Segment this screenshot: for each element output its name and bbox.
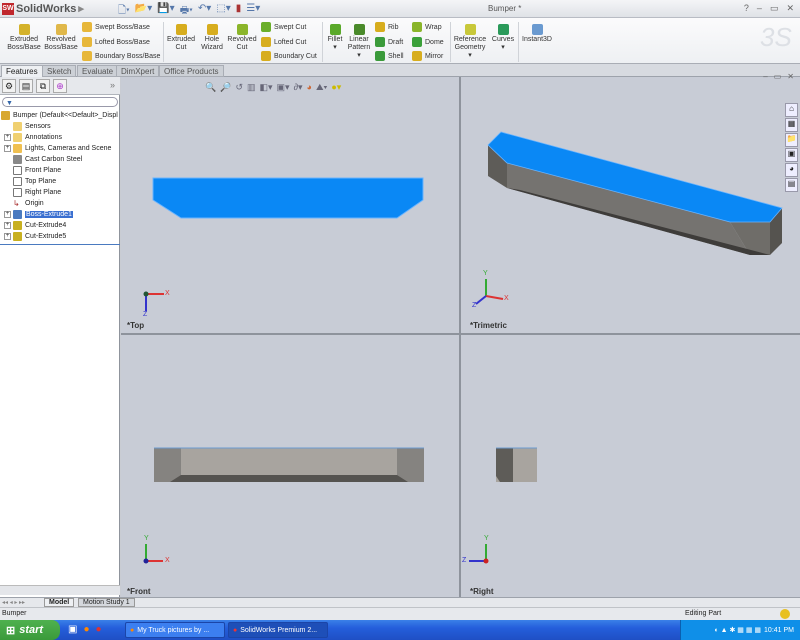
- custom-properties-icon[interactable]: ▤: [785, 178, 798, 192]
- label: My Truck pictures by ...: [137, 626, 210, 634]
- tab-scroll-arrows[interactable]: ◂◂ ◂ ▸ ▸▸: [2, 599, 25, 606]
- home-icon[interactable]: ⌂: [785, 103, 798, 117]
- label: SolidWorks Premium 2...: [240, 626, 318, 634]
- design-library-icon[interactable]: ▦: [785, 118, 798, 132]
- rebuild-status-icon[interactable]: [780, 609, 790, 619]
- taskbar-item-firefox[interactable]: ● My Truck pictures by ...: [125, 622, 225, 638]
- triad-front: [143, 544, 163, 564]
- firefox-icon: ●: [130, 626, 135, 634]
- tray-icons[interactable]: ◐ ▲ ✱ ▦ ▦ ▦: [714, 626, 761, 634]
- axis-x-label: X: [165, 290, 170, 297]
- appearances-icon[interactable]: ◕: [785, 163, 798, 177]
- show-desktop-icon[interactable]: ▣: [68, 624, 77, 635]
- axis-y-label: Y: [483, 270, 488, 277]
- triad-right: [469, 544, 489, 564]
- status-document: Bumper: [2, 610, 27, 617]
- windows-taskbar: ⊞ start ▣ ● ● ● My Truck pictures by ... ● So…: [0, 620, 800, 640]
- triad-trimetric: [475, 279, 504, 305]
- view-label-front: *Front: [127, 587, 151, 596]
- taskbar-item-solidworks[interactable]: ● SolidWorks Premium 2...: [228, 622, 328, 638]
- axis-z-label: Z: [462, 557, 467, 564]
- system-tray: ◐ ▲ ✱ ▦ ▦ ▦ 10:41 PM: [680, 620, 800, 640]
- status-mode: Editing Part: [685, 610, 722, 617]
- bottom-tabs: ◂◂ ◂ ▸ ▸▸ Model Motion Study 1: [0, 597, 800, 607]
- axis-y-label: Y: [484, 535, 489, 542]
- clock: 10:41 PM: [764, 626, 794, 634]
- label: start: [19, 624, 44, 636]
- axis-z-label: Z: [472, 302, 477, 309]
- tab-motion-study-1[interactable]: Motion Study 1: [78, 598, 135, 607]
- right-view-model[interactable]: [496, 447, 537, 482]
- solidworks-icon: ●: [233, 626, 238, 634]
- quick-launch: ▣ ● ●: [68, 624, 102, 635]
- tab-model[interactable]: Model: [44, 598, 75, 607]
- firefox-icon[interactable]: ●: [83, 624, 89, 635]
- axis-x-label: X: [504, 295, 509, 302]
- view-palette-icon[interactable]: ▣: [785, 148, 798, 162]
- view-label-trimetric: *Trimetric: [470, 321, 507, 330]
- top-view-model[interactable]: [152, 177, 424, 219]
- file-explorer-icon[interactable]: 📁: [785, 133, 798, 147]
- task-pane-tabs: ⌂ ▦ 📁 ▣ ◕ ▤: [785, 103, 799, 193]
- view-label-top: *Top: [127, 321, 145, 330]
- windows-logo-icon: ⊞: [6, 624, 16, 637]
- start-button[interactable]: ⊞ start: [0, 620, 60, 640]
- trimetric-view-model[interactable]: [487, 131, 783, 255]
- axis-y-label: Y: [144, 535, 149, 542]
- axis-z-label: Z: [143, 311, 148, 318]
- status-bar: Bumper Editing Part: [0, 607, 800, 620]
- triad-top: [143, 291, 164, 311]
- view-label-right: *Right: [470, 587, 494, 596]
- front-view-model[interactable]: [154, 447, 424, 482]
- axis-x-label: X: [165, 557, 170, 564]
- model-views: [143, 131, 783, 564]
- solidworks-icon[interactable]: ●: [96, 624, 102, 635]
